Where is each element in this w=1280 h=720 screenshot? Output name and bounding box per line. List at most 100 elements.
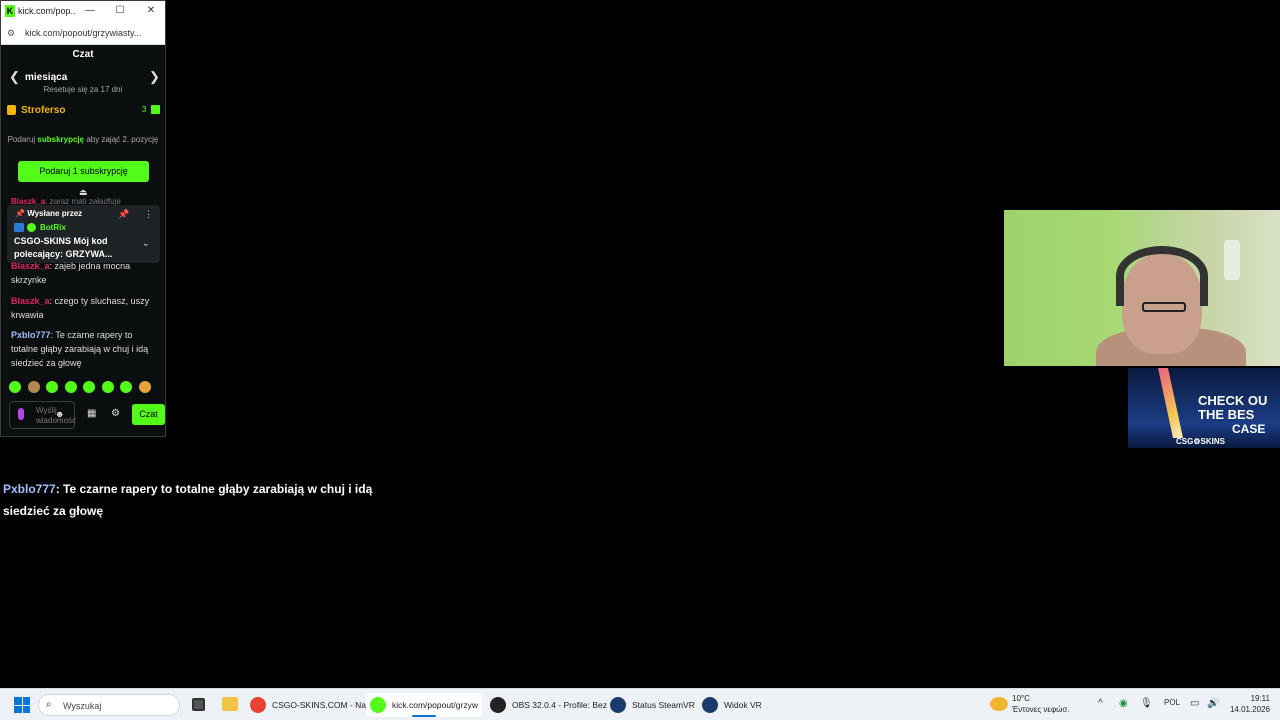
leaderboard-period: miesiąca bbox=[25, 72, 68, 83]
send-chat-button[interactable]: Czat bbox=[132, 404, 165, 425]
leaderboard-reset-text: Resetuje się za 17 dni bbox=[43, 85, 123, 94]
emote-icon[interactable] bbox=[27, 381, 40, 393]
minimize-button[interactable]: — bbox=[83, 4, 97, 18]
taskbar-item-label: CSGO-SKINS.COM - Naj bbox=[272, 700, 368, 710]
emote-icon[interactable] bbox=[64, 381, 77, 393]
taskbar-item-chrome[interactable]: CSGO-SKINS.COM - Naj bbox=[246, 693, 368, 717]
taskbar: ⌕ Wyszukaj CSGO-SKINS.COM - Naj kick.com… bbox=[0, 688, 1280, 720]
vr-view-icon bbox=[702, 697, 718, 713]
chrome-icon bbox=[250, 697, 266, 713]
search-icon: ⌕ bbox=[46, 699, 52, 710]
pinned-text: CSGO-SKINS Mój kod polecający: GRZYWA... bbox=[14, 236, 113, 259]
display-icon[interactable]: ▭ bbox=[1190, 698, 1199, 709]
language-indicator[interactable]: POL bbox=[1164, 698, 1180, 707]
chat-message: Blaszk_a: zajeb jedna mocna skrzynke bbox=[11, 259, 156, 287]
kick-favicon-icon: K bbox=[5, 5, 15, 17]
microphone-icon[interactable] bbox=[18, 408, 24, 420]
emoji-icon[interactable]: ☻ bbox=[55, 409, 64, 419]
sponsor-banner: CHECK OU THE BES CASE CSG⚙SKINS bbox=[1128, 368, 1280, 448]
url-bar: ⚙ kick.com/popout/grzywiasty... bbox=[1, 23, 165, 45]
taskbar-item-label: kick.com/popout/grzyw bbox=[392, 700, 478, 710]
chat-username[interactable]: Blaszk_a bbox=[11, 261, 50, 271]
url-text[interactable]: kick.com/popout/grzywiasty... bbox=[25, 28, 161, 38]
close-button[interactable]: ✕ bbox=[144, 4, 158, 18]
banner-line-2: THE BES bbox=[1198, 407, 1255, 422]
taskbar-item-obs[interactable]: OBS 32.0.4 - Profile: Bez bbox=[486, 693, 607, 717]
headset-icon bbox=[1116, 246, 1208, 306]
emote-icon[interactable] bbox=[138, 381, 151, 393]
taskbar-item-label: Widok VR bbox=[724, 700, 762, 710]
verified-badge-icon bbox=[27, 223, 36, 232]
weather-icon[interactable] bbox=[990, 697, 1008, 711]
gift-icon bbox=[151, 105, 160, 114]
pin-icon[interactable]: 📌 bbox=[118, 209, 129, 220]
weather-temp: 10°C bbox=[1012, 694, 1030, 703]
stream-chat-overlay: Pxblo777: Te czarne rapery to totalne gł… bbox=[3, 478, 403, 522]
file-explorer-icon[interactable] bbox=[222, 697, 238, 711]
volume-icon[interactable]: 🔊 bbox=[1207, 698, 1219, 709]
chat-message: Blaszk_a: czego ty sluchasz, uszy krwawi… bbox=[11, 294, 159, 322]
promo-prefix: Podaruj bbox=[7, 135, 36, 144]
window-title: kick.com/pop... bbox=[18, 6, 76, 16]
emote-icon[interactable] bbox=[46, 381, 58, 393]
emote-quick-bar bbox=[9, 381, 159, 395]
overlay-username: Pxblo777 bbox=[3, 482, 56, 496]
leaderboard-top-count: 3 bbox=[142, 105, 147, 114]
pinned-message[interactable]: 📌 Wysłane przez 📌 ⋮ BotRix CSGO-SKINS Mó… bbox=[7, 205, 160, 263]
network-status-icon[interactable]: ◉ bbox=[1119, 698, 1128, 709]
knife-graphic bbox=[1158, 368, 1183, 438]
background-object bbox=[1224, 240, 1240, 280]
gift-promo-text: Podaruj subskrypcję aby zająć 2. pozycję bbox=[5, 134, 161, 145]
clock-date: 14.01.2026 bbox=[1229, 705, 1270, 714]
chat-popup-window: K kick.com/pop... — ☐ ✕ ⚙ kick.com/popou… bbox=[0, 0, 166, 437]
gear-icon[interactable]: ⚙ bbox=[111, 408, 120, 419]
chat-username[interactable]: Blaszk_a bbox=[11, 296, 50, 306]
chat-message: Pxblo777: Te czarne rapery to totalne gł… bbox=[11, 328, 159, 370]
store-icon[interactable]: ▦ bbox=[87, 408, 96, 419]
glasses-icon bbox=[1142, 302, 1186, 312]
chat-header-title: Czat bbox=[72, 49, 94, 60]
overlay-text: : Te czarne rapery to totalne głąby zara… bbox=[3, 482, 373, 518]
taskbar-search[interactable]: ⌕ Wyszukaj bbox=[38, 694, 180, 716]
chevron-left-icon[interactable]: ❮ bbox=[9, 69, 20, 85]
maximize-button[interactable]: ☐ bbox=[113, 4, 127, 18]
task-view-icon[interactable] bbox=[192, 698, 205, 711]
webcam-feed bbox=[1004, 210, 1280, 366]
banner-line-3: CASE bbox=[1232, 422, 1266, 436]
pinned-header: 📌 Wysłane przez bbox=[15, 209, 83, 218]
emote-icon[interactable] bbox=[9, 381, 21, 393]
gift-subscription-button[interactable]: Podaruj 1 subskrypcję bbox=[18, 161, 149, 182]
promo-suffix: aby zająć 2. pozycję bbox=[86, 135, 159, 144]
taskbar-item-steamvr-status[interactable]: Status SteamVR bbox=[606, 693, 695, 717]
steamvr-icon bbox=[610, 697, 626, 713]
banner-brand: CSG⚙SKINS bbox=[1176, 437, 1225, 446]
emote-icon[interactable] bbox=[83, 381, 95, 393]
chevron-down-icon[interactable]: ⌄ bbox=[142, 238, 150, 249]
chevron-right-icon[interactable]: ❯ bbox=[149, 69, 160, 85]
pinned-username[interactable]: BotRix bbox=[40, 223, 66, 232]
leaderboard-top-user[interactable]: Stroferso bbox=[21, 105, 65, 116]
chat-username[interactable]: Pxblo777 bbox=[11, 330, 51, 340]
more-options-icon[interactable]: ⋮ bbox=[144, 209, 153, 220]
taskbar-item-vr-view[interactable]: Widok VR bbox=[698, 693, 768, 717]
title-bar: K kick.com/pop... — ☐ ✕ bbox=[1, 1, 165, 23]
chat-input[interactable]: Wyślij wiadomość bbox=[9, 401, 76, 429]
taskbar-item-label: OBS 32.0.4 - Profile: Bez bbox=[512, 700, 607, 710]
taskbar-item-kick[interactable]: kick.com/popout/grzyw bbox=[366, 693, 482, 717]
banner-line-1: CHECK OU bbox=[1198, 393, 1268, 408]
windows-start-icon[interactable] bbox=[14, 697, 30, 713]
search-label: Wyszukaj bbox=[63, 701, 102, 711]
bot-badge-icon bbox=[14, 223, 24, 232]
rank-badge-icon bbox=[7, 105, 16, 115]
clock-time: 19:11 bbox=[1250, 694, 1270, 703]
emote-icon[interactable] bbox=[101, 381, 114, 393]
weather-desc: Έντονες νεφώσ. bbox=[1012, 705, 1070, 714]
weather-widget[interactable]: 10°C Έντονες νεφώσ. bbox=[1012, 693, 1070, 715]
emote-icon[interactable] bbox=[120, 381, 132, 393]
system-clock[interactable]: 19:11 14.01.2026 bbox=[1224, 693, 1270, 715]
taskbar-item-label: Status SteamVR bbox=[632, 700, 695, 710]
microphone-icon[interactable]: 🎙 bbox=[1140, 698, 1153, 709]
site-settings-icon[interactable]: ⚙ bbox=[7, 28, 15, 39]
chevron-up-icon[interactable]: ^ bbox=[1098, 698, 1103, 709]
kick-icon bbox=[370, 697, 386, 713]
